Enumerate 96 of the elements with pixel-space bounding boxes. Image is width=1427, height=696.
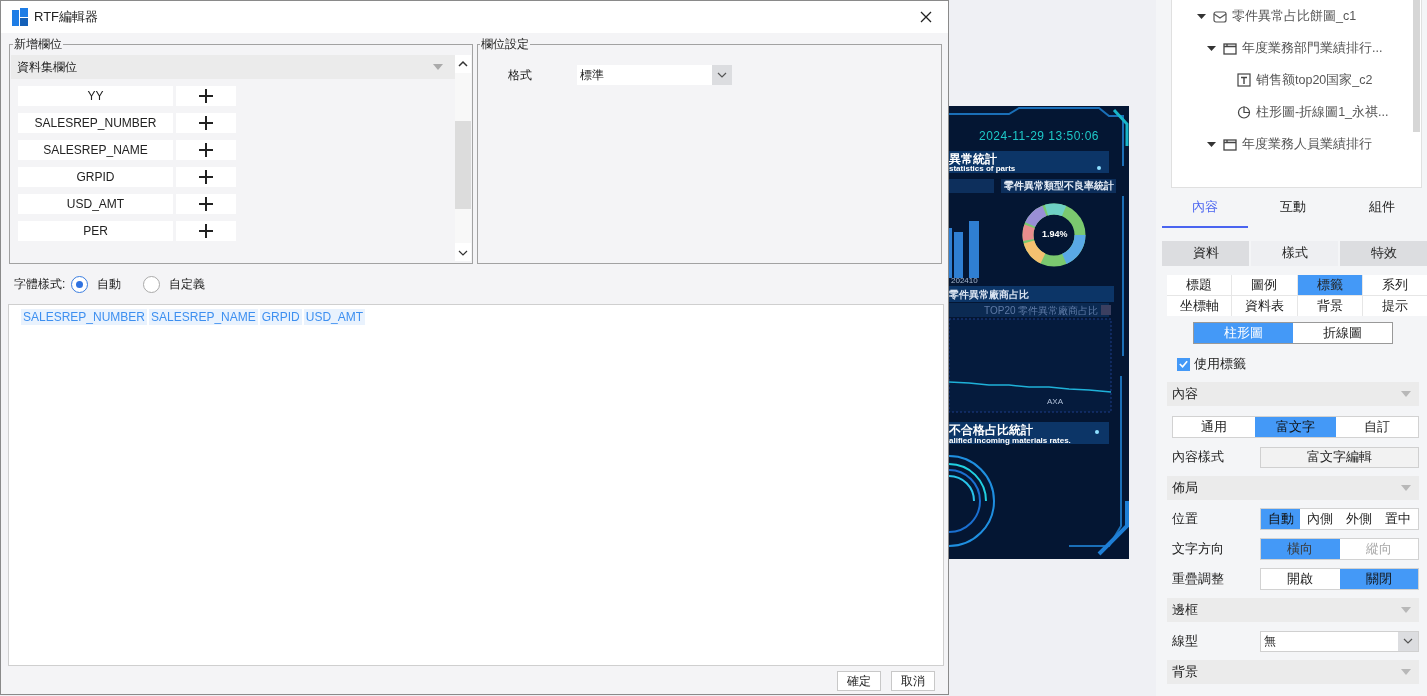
- axis-label: AXA: [1047, 398, 1063, 407]
- rich-text-edit-button[interactable]: 富文字編輯: [1260, 446, 1419, 468]
- scrollbar[interactable]: [455, 55, 471, 261]
- plus-icon: [199, 197, 213, 211]
- field-name[interactable]: YY: [18, 86, 173, 106]
- plus-icon: [199, 116, 213, 130]
- field-name[interactable]: PER: [18, 221, 173, 241]
- font-style-label: 字體樣式:: [14, 275, 66, 293]
- axis-label: 202410: [951, 277, 978, 286]
- panel-tab[interactable]: 內容: [1162, 188, 1248, 228]
- add-field-button[interactable]: [176, 167, 236, 187]
- chart-title: 零件異常類型不良率統計: [1004, 180, 1114, 191]
- segment-option[interactable]: 富文字: [1254, 417, 1337, 437]
- section-title: 內容: [1172, 385, 1198, 403]
- style-tab[interactable]: 標籤: [1297, 275, 1362, 295]
- section-title: 背景: [1172, 663, 1198, 681]
- tree-item[interactable]: 零件異常占比餅圖_c1: [1172, 0, 1413, 32]
- section-header[interactable]: 內容: [1167, 382, 1419, 406]
- field-label: 重疊調整: [1172, 570, 1225, 588]
- field-name[interactable]: GRPID: [18, 167, 173, 187]
- style-tab[interactable]: 圖例: [1232, 275, 1297, 295]
- section-header[interactable]: 背景: [1167, 660, 1419, 684]
- text-icon: [1237, 73, 1251, 87]
- tree-item[interactable]: 年度業務部門業績排行...: [1172, 32, 1413, 64]
- radio-option[interactable]: 自動: [71, 275, 122, 293]
- section-title: 零件異常廠商占比: [949, 289, 1029, 300]
- window-title: RTF編輯器: [34, 8, 100, 26]
- field-label: 位置: [1172, 510, 1199, 528]
- style-tab[interactable]: 背景: [1297, 296, 1362, 316]
- add-field-button[interactable]: [176, 194, 236, 214]
- collapse-caret-icon: [1401, 607, 1411, 613]
- style-tab[interactable]: 坐標軸: [1167, 296, 1232, 316]
- dialog-button[interactable]: 取消: [891, 671, 935, 691]
- checkbox[interactable]: [1177, 357, 1190, 371]
- radio-option[interactable]: 自定義: [143, 275, 206, 293]
- format-label: 格式: [508, 66, 532, 84]
- tree-item[interactable]: 柱形圖-折線圖1_永祺...: [1172, 96, 1413, 128]
- section-title: 邊框: [1172, 601, 1198, 619]
- field-label: 線型: [1172, 632, 1199, 650]
- folder-icon: [1223, 41, 1237, 55]
- group-legend: 新增欄位: [13, 36, 63, 53]
- plus-icon: [199, 143, 213, 157]
- sub-tab[interactable]: 資料: [1162, 241, 1249, 266]
- checkbox-label: 使用標籤: [1194, 355, 1246, 373]
- dataset-dropdown[interactable]: 資料集欄位: [11, 55, 455, 79]
- panel-subtitle: statistics of parts: [949, 165, 1016, 174]
- panel-title: 異常統計: [949, 153, 997, 166]
- section-title: 佈局: [1172, 479, 1198, 497]
- collapse-caret-icon: [1401, 391, 1411, 397]
- pie-chart-icon: [1237, 105, 1251, 119]
- dropdown-caret-icon: [433, 64, 443, 70]
- group-legend: 欄位設定: [480, 36, 530, 53]
- scrollbar-thumb[interactable]: [455, 121, 471, 209]
- scrollbar-thumb[interactable]: [1413, 0, 1420, 132]
- panel-subtitle: alified incoming materials rates.: [949, 437, 1071, 446]
- plus-icon: [199, 89, 213, 103]
- section-header[interactable]: 佈局: [1167, 476, 1419, 500]
- dataset-label: 資料集欄位: [17, 58, 77, 76]
- folder-icon: [1223, 137, 1237, 151]
- style-tab[interactable]: 系列: [1362, 275, 1427, 295]
- envelope-icon: [1213, 9, 1227, 23]
- add-field-button[interactable]: [176, 221, 236, 241]
- line-type-select[interactable]: 無: [1260, 630, 1419, 652]
- add-field-button[interactable]: [176, 113, 236, 133]
- field-label: 內容樣式: [1172, 448, 1225, 466]
- format-select[interactable]: 標準: [577, 65, 732, 85]
- close-icon: [920, 11, 932, 23]
- add-field-button[interactable]: [176, 86, 236, 106]
- section-header[interactable]: 邊框: [1167, 598, 1419, 622]
- donut-value: 1.94%: [1042, 230, 1068, 240]
- segment-option[interactable]: 自動: [1261, 509, 1301, 529]
- tree-item[interactable]: 销售额top20国家_c2: [1172, 64, 1413, 96]
- segment-option[interactable]: 關閉: [1339, 569, 1418, 589]
- scroll-up-icon: [457, 59, 469, 69]
- dialog-button[interactable]: 確定: [837, 671, 881, 691]
- sub-tab[interactable]: 樣式: [1251, 241, 1338, 266]
- tree-item[interactable]: 年度業務人員業績排行: [1172, 128, 1413, 160]
- dashboard-timestamp: 2024-11-29 13:50:06: [979, 129, 1100, 143]
- chart-type-tab[interactable]: 折線圖: [1293, 323, 1392, 343]
- add-field-button[interactable]: [176, 140, 236, 160]
- style-tab[interactable]: 標題: [1167, 275, 1232, 295]
- panel-tab[interactable]: 組件: [1337, 188, 1427, 228]
- collapse-caret-icon: [1401, 485, 1411, 491]
- field-name[interactable]: SALESREP_NUMBER: [18, 113, 173, 133]
- plus-icon: [199, 170, 213, 184]
- style-tab[interactable]: 提示: [1362, 296, 1427, 316]
- field-label: 文字方向: [1172, 540, 1225, 558]
- app-logo-icon: [12, 8, 28, 26]
- panel-tab[interactable]: 互動: [1248, 188, 1338, 228]
- field-name[interactable]: SALESREP_NAME: [18, 140, 173, 160]
- panel-title: 不合格占比統計: [949, 424, 1033, 438]
- plus-icon: [199, 224, 213, 238]
- style-tab[interactable]: 資料表: [1232, 296, 1297, 316]
- collapse-caret-icon: [1401, 669, 1411, 675]
- field-name[interactable]: USD_AMT: [18, 194, 173, 214]
- sub-tab[interactable]: 特效: [1340, 241, 1427, 266]
